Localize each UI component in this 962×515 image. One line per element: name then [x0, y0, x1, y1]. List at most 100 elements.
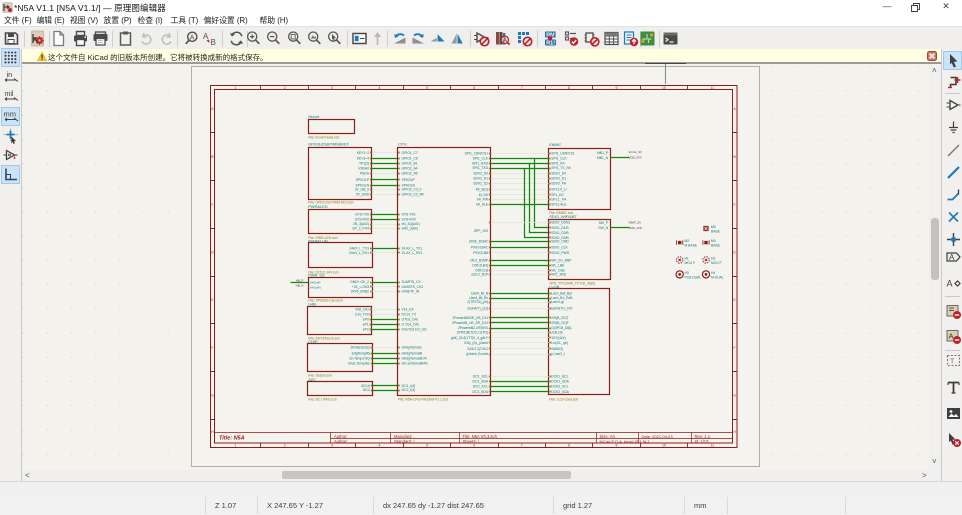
svg-text:OTG1_D4): OTG1_D4): [402, 318, 418, 322]
svg-text:Mount: Mount: [308, 114, 320, 119]
svg-text:MCU F: MCU F: [685, 261, 696, 265]
svg-text:SDIO_CMD: SDIO_CMD: [551, 240, 569, 244]
svg-text:24/OutN: 24/OutN: [310, 285, 321, 289]
svg-text:H4: H4: [711, 271, 715, 275]
svg-text:7: 7: [521, 444, 523, 448]
svg-text:SPP_JX0: SPP_JX0: [474, 229, 488, 233]
svg-text:Vmmc_3V: Vmmc_3V: [629, 150, 643, 154]
svg-text:MI_S(U): MI_S(U): [476, 188, 488, 192]
svg-text:SPI1_USR/CS1: SPI1_USR/CS1: [551, 151, 574, 155]
svg-text:GPIO2_A4: GPIO2_A4: [402, 166, 418, 170]
svg-text:VBAT_3V: VBAT_3V: [629, 220, 642, 224]
svg-text:SDV2_D1: SDV2_D1: [551, 177, 566, 181]
svg-text:SPI1_TXD: SPI1_TXD: [472, 166, 488, 170]
svg-text:J1B.L0(: J1B.L0(: [551, 331, 563, 335]
svg-text:MI_ALE: MI_ALE: [476, 202, 489, 206]
svg-text:SDIO_D0/S1: SDIO_D0/S1: [551, 220, 570, 224]
svg-text:M4: M4: [711, 239, 716, 243]
svg-text:PCB DUAL: PCB DUAL: [685, 275, 702, 279]
svg-text:6: 6: [473, 86, 475, 90]
svg-text:SDIO_D2/B: SDIO_D2/B: [551, 231, 569, 235]
svg-text:2Power#B4SE_2/9_D11: 2Power#B4SE_2/9_D11: [452, 316, 488, 320]
svg-text:GPIO2_B1: GPIO2_B1: [402, 162, 418, 166]
svg-text:8: 8: [568, 444, 570, 448]
svg-text:SPL1.ALE: SPL1.ALE: [551, 202, 567, 206]
svg-text:VSDA2: VSDA2: [358, 166, 369, 170]
svg-text:SPI1_CLK: SPI1_CLK: [551, 157, 567, 161]
svg-text:DCK1_SDA: DCK1_SDA: [551, 380, 569, 384]
svg-text:24/OutP: 24/OutP: [310, 280, 321, 284]
svg-text:File: N5A-CPU-RK3399-V1.1.sch: File: N5A-CPU-RK3399-V1.1.sch: [398, 398, 448, 402]
svg-text:SP_3_PO4: SP_3_PO4: [352, 226, 369, 230]
svg-text:KEY1~2: KEY1~2: [357, 151, 369, 155]
svg-text:DCK2_SDA: DCK2_SDA: [551, 390, 569, 394]
svg-text:HB_N: HB_N: [296, 283, 304, 287]
svg-text:P9XGLB8: P9XGLB8: [473, 251, 488, 255]
svg-text:PSDA: PSDA: [360, 171, 370, 175]
svg-text:A: A: [949, 253, 955, 262]
svg-text:I2C2_SDA: I2C2_SDA: [472, 390, 488, 394]
svg-text:G: G: [733, 394, 736, 398]
svg-text:I2C2_SCL: I2C2_SCL: [473, 385, 488, 389]
svg-text:GPIO&I2S&PWM&KEY: GPIO&I2S&PWM&KEY: [308, 141, 349, 146]
svg-text:G: G: [211, 394, 214, 398]
svg-text:O.TG1_D4): O.TG1_D4): [402, 323, 419, 327]
svg-text:GK.anTermalB4%: GK.anTermalB4%: [402, 362, 428, 366]
svg-text:GPIO2_A5: GPIO2_A5: [402, 171, 418, 175]
svg-text:SDV2_D0: SDV2_D0: [551, 172, 566, 176]
svg-text:A: A: [946, 279, 952, 289]
svg-text:UUART5_CX3: UUART5_CX3: [402, 285, 424, 289]
svg-text:Lm(CL_q#(: Lm(CL_q#(: [551, 341, 568, 345]
svg-text:GPIO2_C2_MF: GPIO2_C2_MF: [402, 192, 425, 196]
svg-text:short4(T)_(x2): short4(T)_(x2): [467, 307, 488, 311]
svg-text:9: 9: [616, 86, 618, 90]
svg-text:7: 7: [521, 86, 523, 90]
svg-text:SPI1_CLK: SPI1_CLK: [473, 157, 489, 161]
svg-text:SPI1_RXD: SPI1_RXD: [472, 162, 489, 166]
svg-text:File: I2C-JTAG.sch: File: I2C-JTAG.sch: [308, 398, 337, 402]
svg-text:SDIO_CLK: SDIO_CLK: [551, 246, 568, 250]
svg-text:3: 3: [331, 86, 333, 90]
svg-text:SPI1_CSN/CS1: SPI1_CSN/CS1: [465, 151, 488, 155]
svg-text:B: B: [211, 38, 216, 47]
svg-text:SDV2_D2: SDV2_D2: [473, 182, 488, 186]
svg-text:GPIO1_C6: GPIO1_C6: [402, 157, 418, 161]
svg-text:M_SD: M_SD: [479, 193, 489, 197]
svg-text:Vdd_OK!: Vdd_OK!: [355, 307, 369, 311]
svg-text:24/1O.2(T41C: 24/1O.2(T41C: [467, 347, 488, 351]
svg-text:2/9(B_CE(T: 2/9(B_CE(T: [551, 316, 568, 320]
svg-text:3: 3: [331, 444, 333, 448]
svg-text:SPI1_RX: SPI1_RX: [551, 162, 565, 166]
svg-text:H2: H2: [711, 257, 715, 261]
svg-text:WF_2G_BNP: WF_2G_BNP: [551, 259, 572, 263]
svg-text:DCK2_SCL: DCK2_SCL: [551, 385, 568, 389]
svg-text:M DUAL: M DUAL: [711, 275, 724, 279]
svg-text:GKdgTermalB: GKdgTermalB: [402, 352, 423, 356]
svg-text:EdgTemp#B: EdgTemp#B: [352, 352, 371, 356]
svg-text:SPL2.5_L/: SPL2.5_L/: [551, 188, 566, 192]
svg-text:10: 10: [662, 444, 666, 448]
svg-text:24AX_L_RX1: 24AX_L_RX1: [349, 251, 369, 255]
svg-text:PWR&LED: PWR&LED: [308, 204, 328, 209]
svg-text:H1: H1: [685, 257, 689, 261]
svg-text:A: A: [203, 32, 209, 41]
svg-text:8: 8: [568, 86, 570, 90]
svg-text:eP0: eP0: [363, 318, 369, 322]
svg-text:SW_P: SW_P: [599, 221, 609, 225]
svg-text:V14_EX: V14_EX: [402, 307, 415, 311]
svg-text:+24_=-OK3: +24_=-OK3: [352, 285, 369, 289]
svg-text:M BASE: M BASE: [685, 244, 698, 248]
svg-text:4: 4: [379, 444, 381, 448]
svg-text:1: 1: [235, 86, 237, 90]
svg-text:eP2: eP2: [363, 327, 369, 331]
svg-text:KiCad E.D.A. kicad (5.1.9)-1: KiCad E.D.A. kicad (5.1.9)-1: [600, 439, 651, 444]
svg-text:OVeTG1.EX_GD: OVeTG1.EX_GD: [402, 327, 428, 331]
svg-text:SDIO_D1/B: SDIO_D1/B: [551, 226, 569, 230]
svg-text:O9.2_B1MP: O9.2_B1MP: [470, 259, 489, 263]
svg-text:3V_GB_0: 3V_GB_0: [355, 188, 370, 192]
svg-text:DC14_TX: DC14_TX: [402, 312, 417, 316]
svg-text:xND_3(A0): xND_3(A0): [402, 226, 418, 230]
svg-text:nRSETF_IN: nRSETF_IN: [402, 290, 420, 294]
svg-text:GND+-OK_2: GND+-OK_2: [350, 280, 369, 284]
svg-text:SDV2_D0: SDV2_D0: [473, 172, 488, 176]
